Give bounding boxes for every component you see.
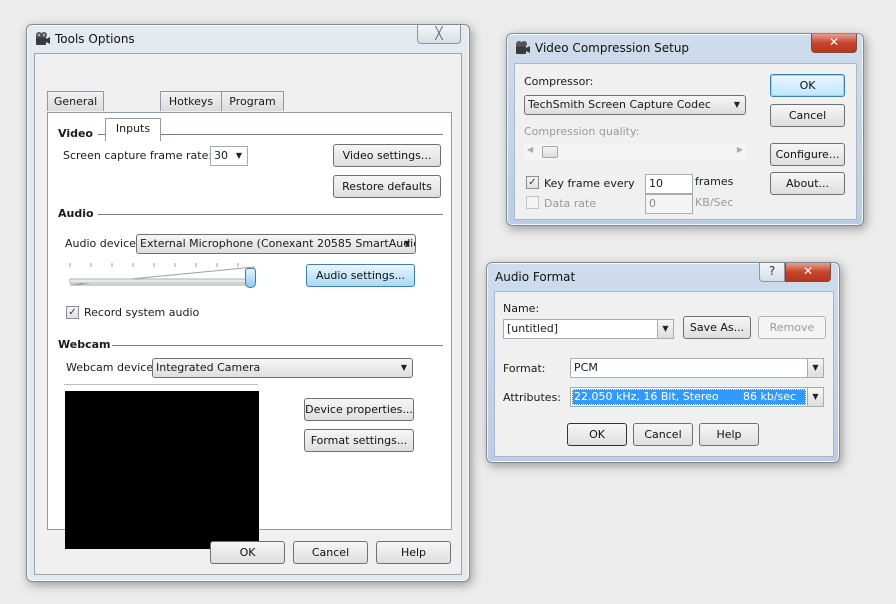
audio-divider [98, 214, 443, 215]
audio-volume-slider[interactable] [68, 261, 268, 291]
webcam-preview-separator [64, 384, 258, 385]
camtasia-app-icon [516, 41, 530, 54]
close-button[interactable]: ╳ [417, 25, 461, 44]
device-properties-button[interactable]: Device properties... [304, 398, 414, 421]
chevron-down-icon: ▼ [733, 100, 741, 109]
tab-inputs[interactable]: Inputs [105, 118, 161, 141]
help-button[interactable]: Help [699, 423, 759, 446]
frame-rate-value: 30 [214, 149, 228, 162]
frames-unit-label: frames [695, 175, 734, 188]
quality-slider-thumb[interactable] [542, 146, 558, 158]
format-select[interactable]: PCM ▼ [570, 358, 824, 378]
chevron-down-icon: ▼ [807, 388, 823, 406]
frame-rate-label: Screen capture frame rate: [63, 149, 213, 162]
ok-button[interactable]: OK [770, 74, 845, 97]
window-title: Audio Format [495, 270, 576, 284]
volume-slider-thumb[interactable] [245, 268, 257, 288]
audio-settings-button[interactable]: Audio settings... [306, 264, 415, 287]
compressor-select[interactable]: TechSmith Screen Capture Codec ▼ [524, 95, 746, 115]
name-value: [untitled] [507, 322, 559, 335]
help-button[interactable]: Help [376, 541, 451, 564]
close-button[interactable]: ✕ [785, 263, 831, 282]
window-title: Tools Options [55, 32, 135, 46]
audio-device-value: External Microphone (Conexant 20585 Smar… [140, 237, 416, 250]
webcam-device-select[interactable]: Integrated Camera ▼ [152, 358, 413, 378]
volume-ticks [69, 263, 239, 267]
key-frame-label: Key frame every [544, 177, 635, 190]
chevron-left-icon: ◀ [527, 145, 534, 154]
audio-format-client: Name: [untitled] ▼ Save As... Remove For… [494, 291, 834, 457]
key-frame-checkbox[interactable]: ✓ [526, 176, 539, 189]
chevron-down-icon: ▼ [807, 359, 823, 377]
key-frame-input[interactable]: 10 [645, 174, 693, 194]
ok-button[interactable]: OK [210, 541, 285, 564]
webcam-section-label: Webcam [58, 338, 111, 351]
attributes-value: 22.050 kHz, 16 Bit, Stereo [574, 390, 719, 403]
data-rate-input[interactable]: 0 [645, 194, 693, 214]
cancel-button[interactable]: Cancel [293, 541, 368, 564]
save-as-button[interactable]: Save As... [683, 316, 751, 339]
format-settings-button[interactable]: Format settings... [304, 429, 414, 452]
audio-format-window: Audio Format ? ✕ Name: [untitled] ▼ Save… [486, 262, 840, 463]
window-title: Video Compression Setup [535, 41, 690, 55]
compressor-label: Compressor: [524, 75, 594, 88]
camtasia-app-icon [36, 32, 50, 45]
compression-quality-slider[interactable]: ◀ ▶ [524, 144, 746, 160]
data-rate-label: Data rate [544, 197, 597, 210]
attributes-label: Attributes: [503, 391, 562, 404]
close-button[interactable]: ✕ [811, 34, 857, 53]
chevron-down-icon: ▼ [400, 363, 408, 372]
webcam-preview [65, 391, 259, 549]
video-settings-button[interactable]: Video settings... [333, 144, 441, 167]
cancel-button[interactable]: Cancel [633, 423, 693, 446]
tools-options-client: General Inputs Hotkeys Program Video Scr… [34, 53, 462, 575]
attributes-select[interactable]: 22.050 kHz, 16 Bit, Stereo 86 kb/sec ▼ [570, 387, 824, 407]
video-compression-titlebar[interactable]: Video Compression Setup ✕ [507, 34, 863, 62]
webcam-device-value: Integrated Camera [156, 361, 261, 374]
tab-program[interactable]: Program [221, 91, 284, 111]
restore-defaults-button[interactable]: Restore defaults [333, 175, 441, 198]
inputs-tab-panel: Video Screen capture frame rate: 30 ▼ Vi… [47, 112, 452, 549]
attributes-rate: 86 kb/sec [743, 390, 797, 403]
remove-button[interactable]: Remove [758, 316, 826, 339]
compression-quality-label: Compression quality: [524, 125, 640, 138]
audio-section-label: Audio [58, 207, 94, 220]
video-section-label: Video [58, 127, 93, 140]
chevron-down-icon: ▼ [403, 239, 411, 248]
data-rate-unit-label: KB/Sec [695, 196, 734, 209]
name-label: Name: [503, 302, 540, 315]
video-compression-client: Compressor: TechSmith Screen Capture Cod… [514, 63, 857, 220]
frame-rate-select[interactable]: 30 ▼ [210, 146, 248, 166]
record-system-audio-label: Record system audio [84, 306, 200, 319]
tools-options-window: Tools Options ╳ General Inputs Hotkeys P… [26, 24, 470, 582]
tab-general[interactable]: General [47, 91, 104, 111]
record-system-audio-checkbox[interactable]: ✓ [66, 306, 79, 319]
configure-button[interactable]: Configure... [770, 143, 845, 166]
name-select[interactable]: [untitled] ▼ [503, 319, 674, 339]
webcam-device-label: Webcam device: [66, 361, 157, 374]
ok-button[interactable]: OK [567, 423, 627, 446]
data-rate-checkbox[interactable] [526, 196, 539, 209]
audio-device-select[interactable]: External Microphone (Conexant 20585 Smar… [136, 234, 416, 254]
format-label: Format: [503, 362, 546, 375]
chevron-down-icon: ▼ [657, 320, 673, 338]
compressor-value: TechSmith Screen Capture Codec [528, 98, 711, 111]
video-compression-window: Video Compression Setup ✕ Compressor: Te… [506, 33, 864, 226]
audio-device-label: Audio device: [65, 237, 140, 250]
audio-format-titlebar[interactable]: Audio Format ? ✕ [487, 263, 839, 291]
webcam-divider [112, 345, 443, 346]
help-icon[interactable]: ? [759, 263, 785, 282]
tab-hotkeys[interactable]: Hotkeys [160, 91, 222, 111]
chevron-right-icon: ▶ [736, 145, 743, 154]
chevron-down-icon: ▼ [231, 147, 247, 165]
format-value: PCM [574, 361, 598, 374]
cancel-button[interactable]: Cancel [770, 104, 845, 127]
about-button[interactable]: About... [770, 172, 845, 195]
tools-options-titlebar[interactable]: Tools Options ╳ [27, 25, 469, 53]
